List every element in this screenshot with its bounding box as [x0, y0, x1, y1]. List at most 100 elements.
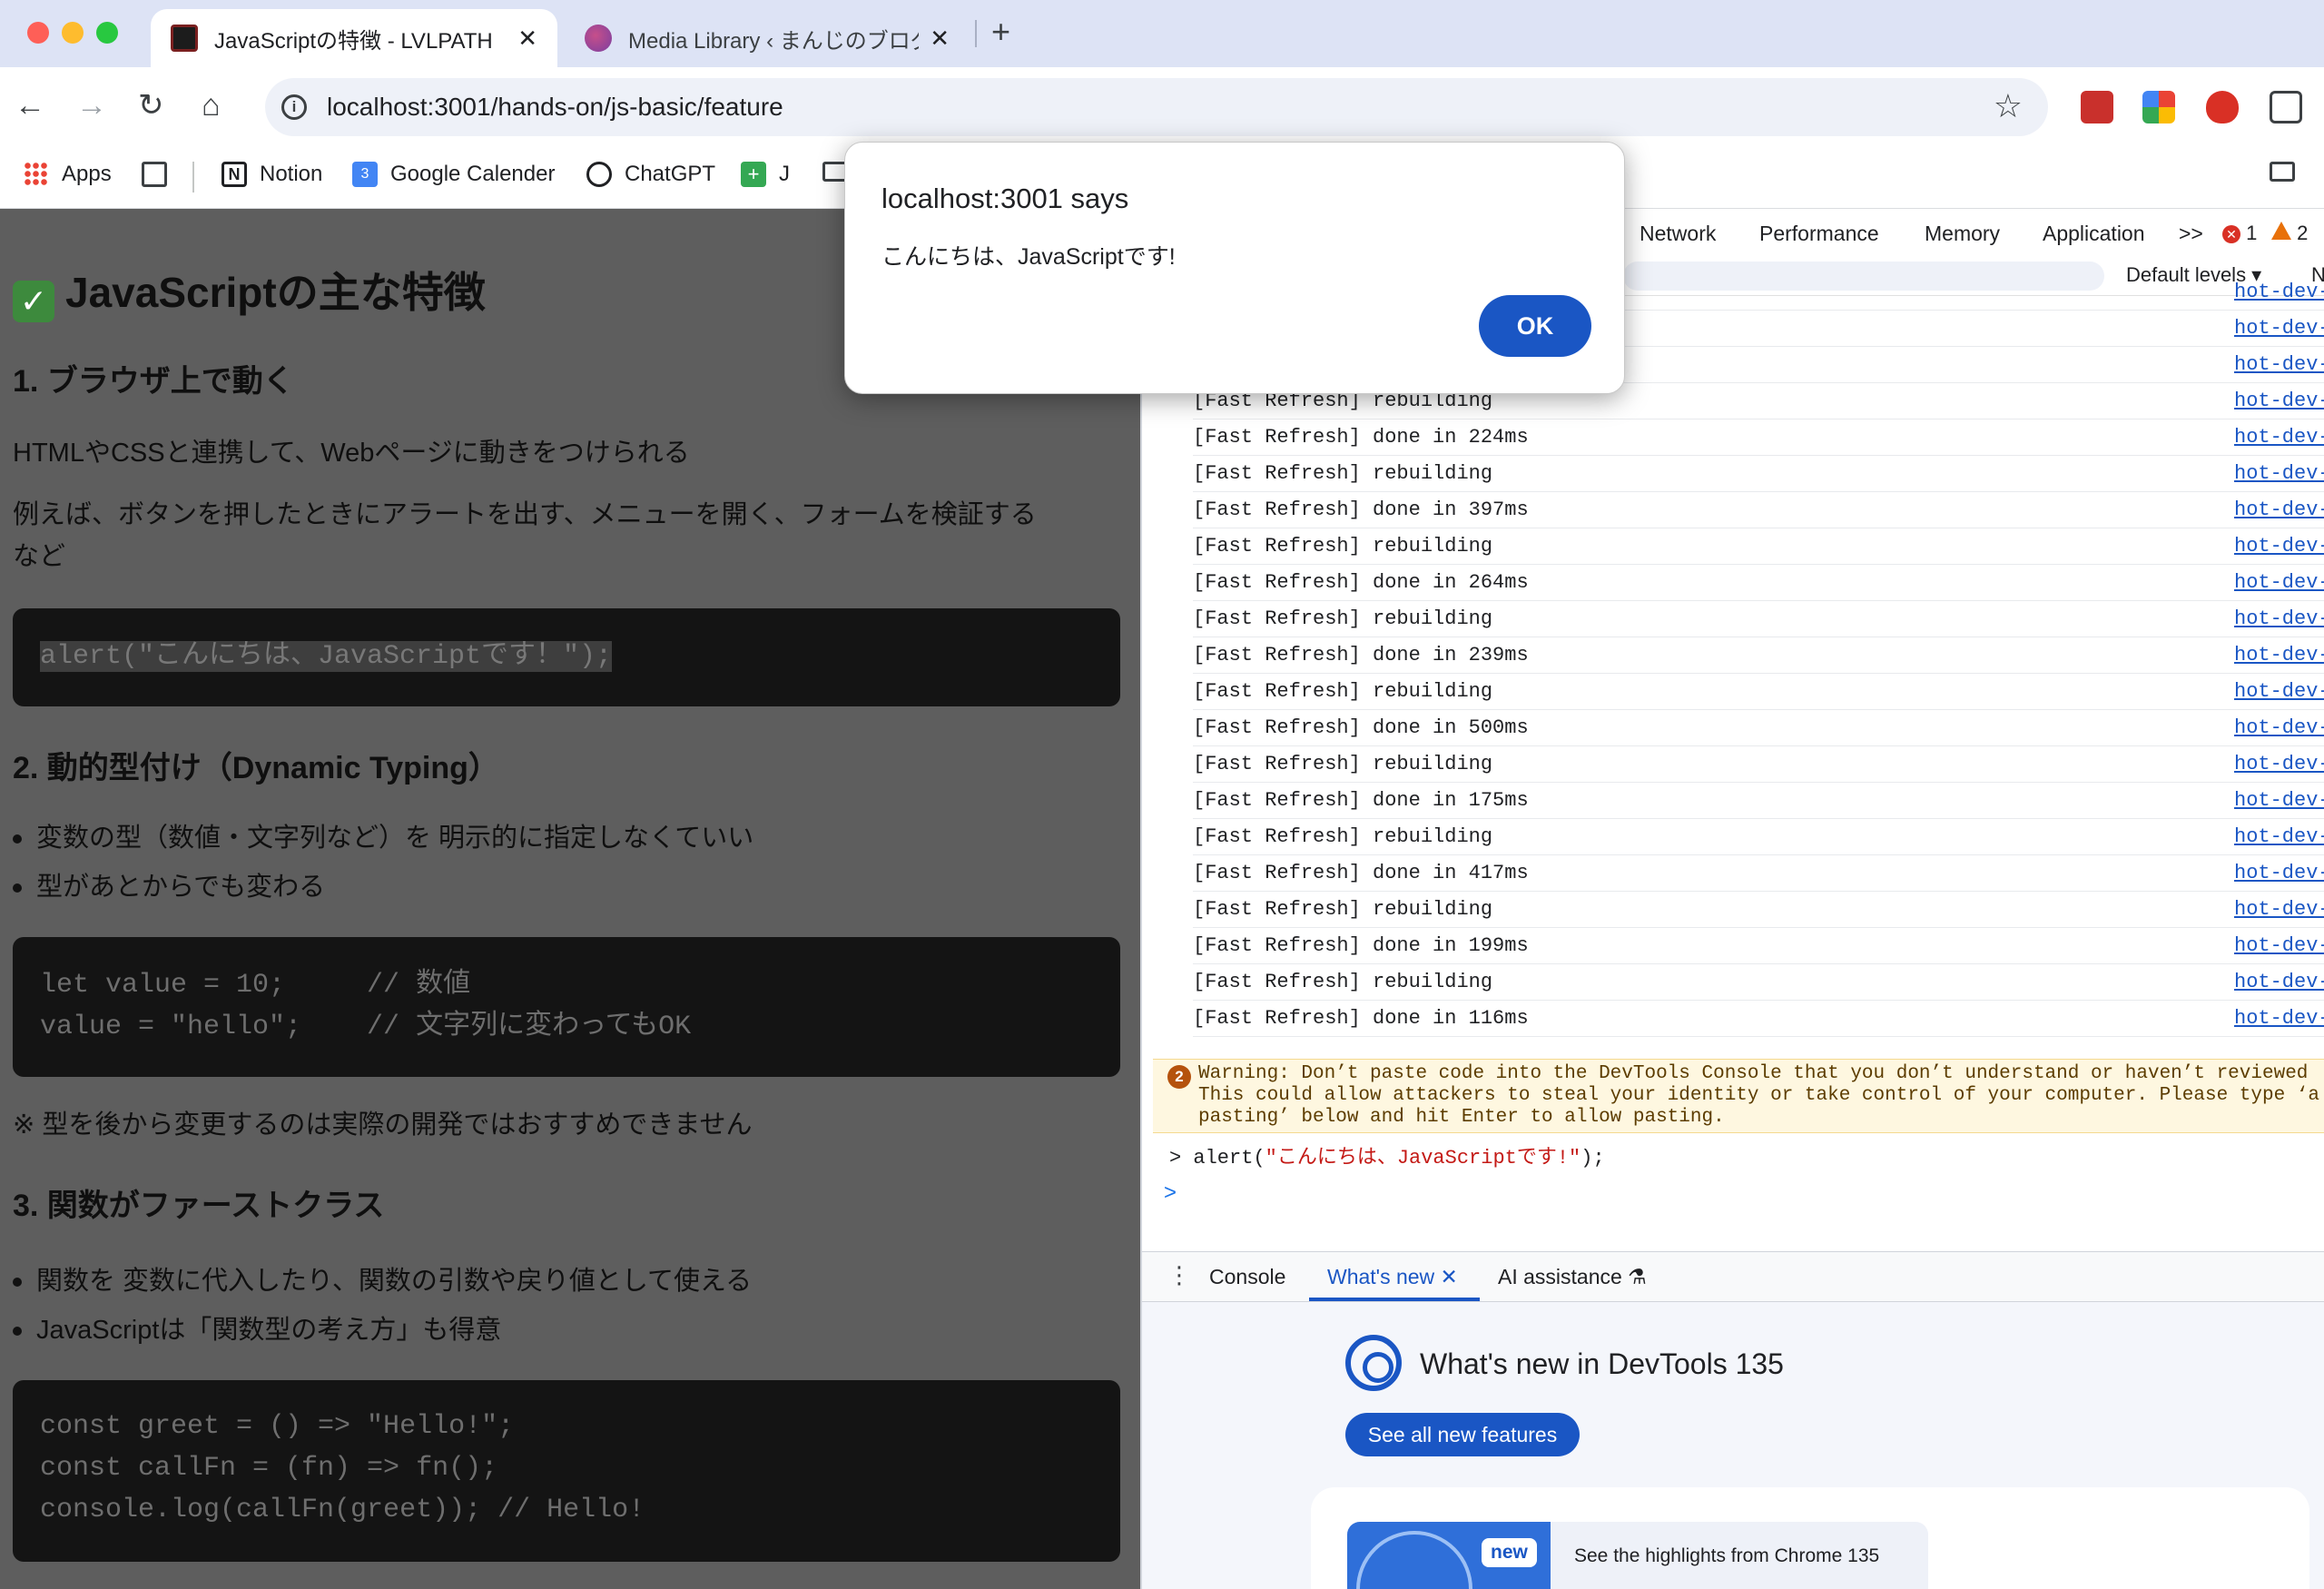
list-item: 変数の型（数値・文字列など）を 明示的に指定しなくていい [13, 817, 753, 859]
log-source-link[interactable]: hot-dev-clie [2234, 1001, 2324, 1037]
page-heading: ✓ JavaScriptの主な特徴 [13, 260, 486, 322]
code-line: let value = 10; // 数値 [40, 970, 471, 1001]
bookmark-apps[interactable]: Apps [24, 162, 112, 187]
log-source-link[interactable]: hot-dev-clie [2234, 274, 2324, 311]
more-tabs-icon[interactable]: >> [2179, 222, 2203, 246]
code-line: alert("こんにちは、JavaScriptです！"); [40, 641, 613, 672]
extension-red-icon[interactable] [2081, 91, 2113, 123]
minimize-window-button[interactable] [62, 22, 84, 44]
code-block-2: let value = 10; // 数値 value = "hello"; /… [13, 937, 1120, 1077]
maximize-window-button[interactable] [96, 22, 118, 44]
extension-shield-icon[interactable] [2206, 91, 2239, 123]
alert-dialog: localhost:3001 says こんにちは、JavaScriptです! … [844, 142, 1625, 394]
new-tab-button[interactable]: + [991, 13, 1010, 51]
tab-lvlpath[interactable]: JavaScriptの特徴 - LVLPATH ✕ [151, 9, 557, 67]
log-source-link[interactable]: hot-dev-clie [2234, 565, 2324, 601]
url-text[interactable]: localhost:3001/hands-on/js-basic/feature [327, 93, 783, 122]
ok-button[interactable]: OK [1479, 295, 1591, 357]
highlight-thumbnail: new [1347, 1522, 1551, 1589]
tab-divider [975, 20, 977, 47]
close-window-button[interactable] [27, 22, 49, 44]
log-row: [Fast Refresh] done in 500ms hot-dev-clie [1193, 710, 2324, 746]
tab-application[interactable]: Application [2043, 222, 2145, 246]
close-icon[interactable]: ✕ [930, 25, 950, 53]
extensions-puzzle-icon[interactable] [2270, 91, 2302, 123]
error-count-badge[interactable]: ✕ 1 [2222, 222, 2257, 245]
log-source-link[interactable]: hot-dev-clie [2234, 419, 2324, 456]
bookmark-folder-right[interactable] [2270, 162, 2308, 182]
log-source-link[interactable]: hot-dev-clie [2234, 746, 2324, 783]
back-icon[interactable]: ← [15, 87, 45, 123]
tab-whats-new[interactable]: What's new ✕ [1327, 1265, 1458, 1289]
section-title-1: 1. ブラウザ上で動く [13, 364, 294, 399]
log-row: [Fast Refresh] done in 397ms hot-dev-clie [1193, 492, 2324, 528]
log-row: [Fast Refresh] rebuilding hot-dev-clie [1193, 528, 2324, 565]
log-source-link[interactable]: hot-dev-clie [2234, 710, 2324, 746]
log-row: [Fast Refresh] done in 239ms hot-dev-clie [1193, 637, 2324, 674]
forward-icon[interactable]: → [76, 87, 107, 123]
tab-groups-button[interactable] [142, 162, 180, 187]
wordpress-favicon-icon [585, 25, 612, 52]
paragraph: 例えば、ボタンを押したときにアラートを出す、メニューを開く、フォームを検証する [13, 500, 1037, 529]
log-message: [Fast Refresh] done in 116ms [1193, 1007, 1529, 1030]
log-row: [Fast Refresh] rebuilding hot-dev-clie [1193, 892, 2324, 928]
log-source-link[interactable]: hot-dev-clie [2234, 528, 2324, 565]
error-icon: ✕ [2222, 225, 2240, 243]
bookmark-j[interactable]: + J [741, 162, 790, 187]
console-prompt[interactable]: > [1164, 1180, 1177, 1206]
bookmark-star-icon[interactable]: ☆ [1994, 87, 2023, 125]
log-source-link[interactable]: hot-dev-clie [2234, 819, 2324, 855]
log-row: [Fast Refresh] rebuilding hot-dev-clie [1193, 746, 2324, 783]
log-source-link[interactable]: hot-dev-clie [2234, 892, 2324, 928]
log-row: [Fast Refresh] rebuilding hot-dev-clie [1193, 674, 2324, 710]
highlight-item[interactable]: new See the highlights from Chrome 135 [1347, 1522, 1928, 1589]
address-bar[interactable]: i localhost:3001/hands-on/js-basic/featu… [265, 78, 2048, 136]
bookmark-divider [192, 162, 194, 192]
warning-icon [2271, 222, 2291, 240]
extension-google-icon[interactable] [2142, 91, 2175, 123]
home-icon[interactable]: ⌂ [202, 87, 221, 123]
list-item: 関数を 変数に代入したり、関数の引数や戻り値として使える [13, 1260, 752, 1302]
log-source-link[interactable]: hot-dev-clie [2234, 456, 2324, 492]
log-message: [Fast Refresh] rebuilding [1193, 462, 1493, 485]
log-source-link[interactable]: hot-dev-clie [2234, 783, 2324, 819]
bookmark-chatgpt[interactable]: ChatGPT [586, 162, 715, 187]
tab-network[interactable]: Network [1640, 222, 1716, 246]
log-source-link[interactable]: hot-dev-clie [2234, 311, 2324, 347]
log-source-link[interactable]: hot-dev-clie [2234, 492, 2324, 528]
log-message: [Fast Refresh] done in 199ms [1193, 934, 1529, 957]
close-icon[interactable]: ✕ [517, 25, 537, 53]
warning-count-badge[interactable]: 2 [2271, 222, 2308, 245]
log-row: [Fast Refresh] rebuilding hot-dev-clie [1193, 601, 2324, 637]
log-source-link[interactable]: hot-dev-clie [2234, 637, 2324, 674]
reload-icon[interactable]: ↻ [138, 87, 164, 123]
bookmark-notion[interactable]: N Notion [222, 162, 322, 187]
log-row: [Fast Refresh] done in 264ms hot-dev-clie [1193, 565, 2324, 601]
log-source-link[interactable]: hot-dev-clie [2234, 928, 2324, 964]
selected-tab-indicator [1309, 1298, 1480, 1301]
list-item: JavaScriptは「関数型の考え方」も得意 [13, 1309, 501, 1351]
folder-icon [2270, 162, 2295, 182]
tab-console[interactable]: Console [1209, 1265, 1285, 1289]
log-source-link[interactable]: hot-dev-clie [2234, 964, 2324, 1001]
log-row: [Fast Refresh] done in 224ms hot-dev-clie [1193, 419, 2324, 456]
more-options-icon[interactable]: ⋮ [1167, 1261, 1191, 1289]
tab-performance[interactable]: Performance [1759, 222, 1879, 246]
alert-message: こんにちは、JavaScriptです! [881, 244, 1176, 270]
apps-grid-icon [24, 162, 49, 187]
bookmark-google-calender[interactable]: 3 Google Calender [352, 162, 555, 187]
browser-toolbar: ← → ↻ ⌂ i localhost:3001/hands-on/js-bas… [0, 67, 2324, 149]
log-source-link[interactable]: hot-dev-clie [2234, 674, 2324, 710]
tab-memory[interactable]: Memory [1925, 222, 2000, 246]
log-source-link[interactable]: hot-dev-clie [2234, 347, 2324, 383]
log-source-link[interactable]: hot-dev-clie [2234, 601, 2324, 637]
log-source-link[interactable]: hot-dev-clie [2234, 855, 2324, 892]
see-all-features-button[interactable]: See all new features [1345, 1413, 1580, 1456]
log-message: [Fast Refresh] rebuilding [1193, 535, 1493, 558]
site-info-icon[interactable]: i [281, 94, 307, 120]
tab-ai-assistance[interactable]: AI assistance ⚗ [1498, 1265, 1647, 1289]
log-source-link[interactable]: hot-dev-clie [2234, 383, 2324, 419]
note: ※ 型を後から変更するのは実際の開発ではおすすめできません [13, 1110, 753, 1140]
log-message: [Fast Refresh] done in 239ms [1193, 644, 1529, 666]
tab-media-library[interactable]: Media Library ‹ まんじのブログ ✕ [565, 9, 970, 67]
